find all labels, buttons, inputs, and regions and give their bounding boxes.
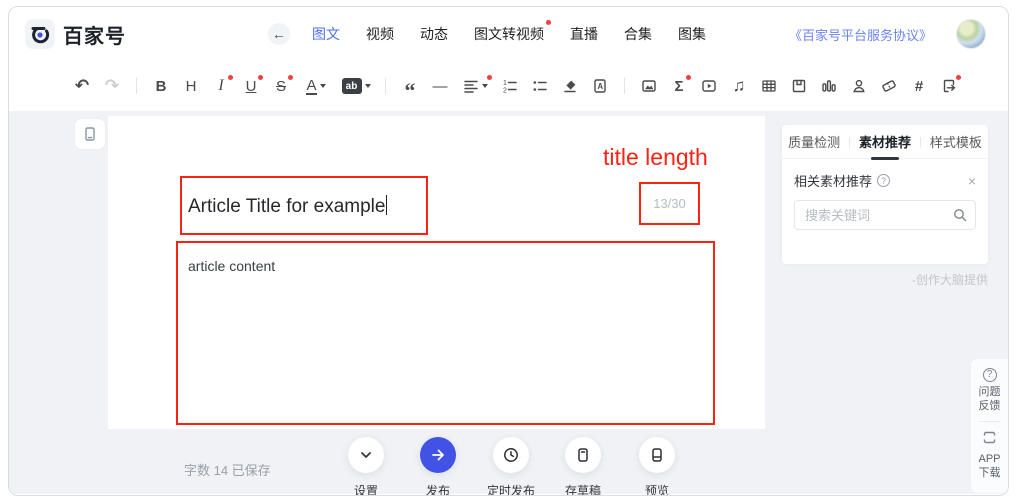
insert-music-icon[interactable]: ♫ <box>729 75 749 97</box>
tab-video[interactable]: 视频 <box>366 24 394 44</box>
toolbar-divider <box>624 78 625 94</box>
strikethrough-icon[interactable]: S <box>271 75 293 97</box>
tab-collection[interactable]: 合集 <box>624 24 652 44</box>
font-color-icon[interactable]: A <box>301 75 331 97</box>
svg-text:2: 2 <box>503 88 507 95</box>
horizontal-rule-icon[interactable]: — <box>430 75 450 97</box>
save-draft-button[interactable]: 存草稿 <box>547 437 619 495</box>
back-button[interactable]: ← <box>268 23 290 45</box>
title-text: Article Title for example <box>188 196 386 217</box>
tab-dynamic[interactable]: 动态 <box>420 24 448 44</box>
heading-icon[interactable]: H <box>181 75 201 97</box>
feedback-button[interactable]: ? 问题 反馈 <box>979 368 1001 413</box>
clear-format-eraser-icon[interactable] <box>560 75 580 97</box>
creation-brain-provider-note: -创作大脑提供 <box>912 273 988 287</box>
blockquote-icon[interactable]: “ <box>400 75 420 102</box>
draft-box-icon[interactable] <box>565 437 601 473</box>
italic-icon[interactable]: I <box>211 75 233 97</box>
mention-user-icon[interactable] <box>849 75 869 97</box>
bold-icon[interactable]: B <box>151 75 171 97</box>
tab-gallery[interactable]: 图集 <box>678 24 706 44</box>
floating-side-widget: ? 问题 反馈 APP 下载 <box>970 358 1008 494</box>
word-count-saved-status: 字数 14 已保存 <box>184 463 271 478</box>
content-editor[interactable]: article content <box>188 258 275 274</box>
toolbar-divider <box>385 78 386 94</box>
related-material-title: 相关素材推荐 <box>794 174 873 189</box>
search-icon[interactable] <box>952 207 968 228</box>
baijiahao-logo-icon <box>25 19 55 49</box>
save-product-card-icon[interactable] <box>789 75 809 97</box>
mobile-preview-button[interactable] <box>74 118 106 150</box>
help-icon[interactable]: ? <box>877 174 891 187</box>
app-download-button[interactable]: APP 下载 <box>978 430 1001 480</box>
content-type-nav: 图文 视频 动态 图文转视频 直播 合集 图集 <box>312 20 706 44</box>
close-icon[interactable]: × <box>968 174 976 188</box>
insert-image-icon[interactable] <box>639 75 659 97</box>
keyword-search-input[interactable] <box>794 200 976 230</box>
tab-style-template[interactable]: 样式模板 <box>930 132 982 151</box>
text-caret <box>386 195 388 215</box>
coupon-link-icon[interactable] <box>879 75 899 97</box>
new-badge-dot <box>546 20 551 25</box>
align-icon[interactable] <box>460 75 492 97</box>
export-doc-icon[interactable] <box>939 75 961 97</box>
tab-divider: | <box>848 135 851 148</box>
preview-button[interactable]: 预览 <box>621 437 693 495</box>
top-header: 百家号 ← 图文 视频 动态 图文转视频 直播 合集 图集 《百家号平台服务协议… <box>9 7 1008 61</box>
tab-article[interactable]: 图文 <box>312 24 340 44</box>
underline-icon[interactable]: U <box>241 75 263 97</box>
insert-video-icon[interactable] <box>699 75 719 97</box>
tab-article-to-video[interactable]: 图文转视频 <box>474 20 551 44</box>
svg-text:A: A <box>597 82 603 91</box>
settings-button[interactable]: 设置 <box>330 437 402 495</box>
tab-live[interactable]: 直播 <box>570 24 598 44</box>
title-input[interactable]: Article Title for example <box>188 195 388 218</box>
publish-button[interactable]: 发布 <box>402 437 474 495</box>
redo-icon[interactable]: ↷ <box>102 75 122 97</box>
annotation-title-length-label: title length <box>603 144 708 170</box>
tab-divider: | <box>919 135 922 148</box>
highlight-icon[interactable]: ab <box>341 75 371 97</box>
user-avatar[interactable] <box>956 19 986 49</box>
vote-chart-icon[interactable] <box>819 75 839 97</box>
svg-text:1: 1 <box>503 80 507 87</box>
ordered-list-icon[interactable]: 12 <box>500 75 520 97</box>
scheduled-publish-button[interactable]: 定时发布 <box>475 437 547 495</box>
preview-phone-icon[interactable] <box>639 437 675 473</box>
platform-agreement-link[interactable]: 《百家号平台服务协议》 <box>789 25 932 44</box>
tab-quality-check[interactable]: 质量检测 <box>788 132 840 151</box>
editor-main-area: Article Title for example 13/30 article … <box>9 111 1008 495</box>
chevron-down-icon[interactable] <box>348 437 384 473</box>
widget-divider <box>978 421 1001 422</box>
baijiahao-logo[interactable]: 百家号 <box>25 19 126 49</box>
logo-text: 百家号 <box>63 25 126 48</box>
formula-icon[interactable]: Σ <box>669 75 691 97</box>
question-mark-icon: ? <box>982 368 997 382</box>
tab-material-recommend[interactable]: 素材推荐 <box>859 132 911 151</box>
arrow-right-icon[interactable] <box>420 437 456 473</box>
app-window: 百家号 ← 图文 视频 动态 图文转视频 直播 合集 图集 《百家号平台服务协议… <box>8 6 1009 496</box>
toolbar-divider <box>136 78 137 94</box>
title-length-counter: 13/30 <box>653 196 686 211</box>
material-recommend-panel: 质量检测 | 素材推荐 | 样式模板 相关素材推荐 ? × <box>782 125 988 264</box>
clock-icon[interactable] <box>493 437 529 473</box>
app-qr-icon <box>982 430 997 449</box>
import-word-doc-icon[interactable]: A <box>590 75 610 97</box>
topic-hash-icon[interactable]: # <box>909 75 929 97</box>
editor-toolbar: ↶ ↷ B H I U S A ab “ — 12 A Σ ♫ # <box>9 61 1008 111</box>
unordered-list-icon[interactable] <box>530 75 550 97</box>
active-tab-underline <box>871 157 899 160</box>
undo-icon[interactable]: ↶ <box>72 75 92 97</box>
insert-table-icon[interactable] <box>759 75 779 97</box>
panel-tabs: 质量检测 | 素材推荐 | 样式模板 <box>782 125 988 160</box>
